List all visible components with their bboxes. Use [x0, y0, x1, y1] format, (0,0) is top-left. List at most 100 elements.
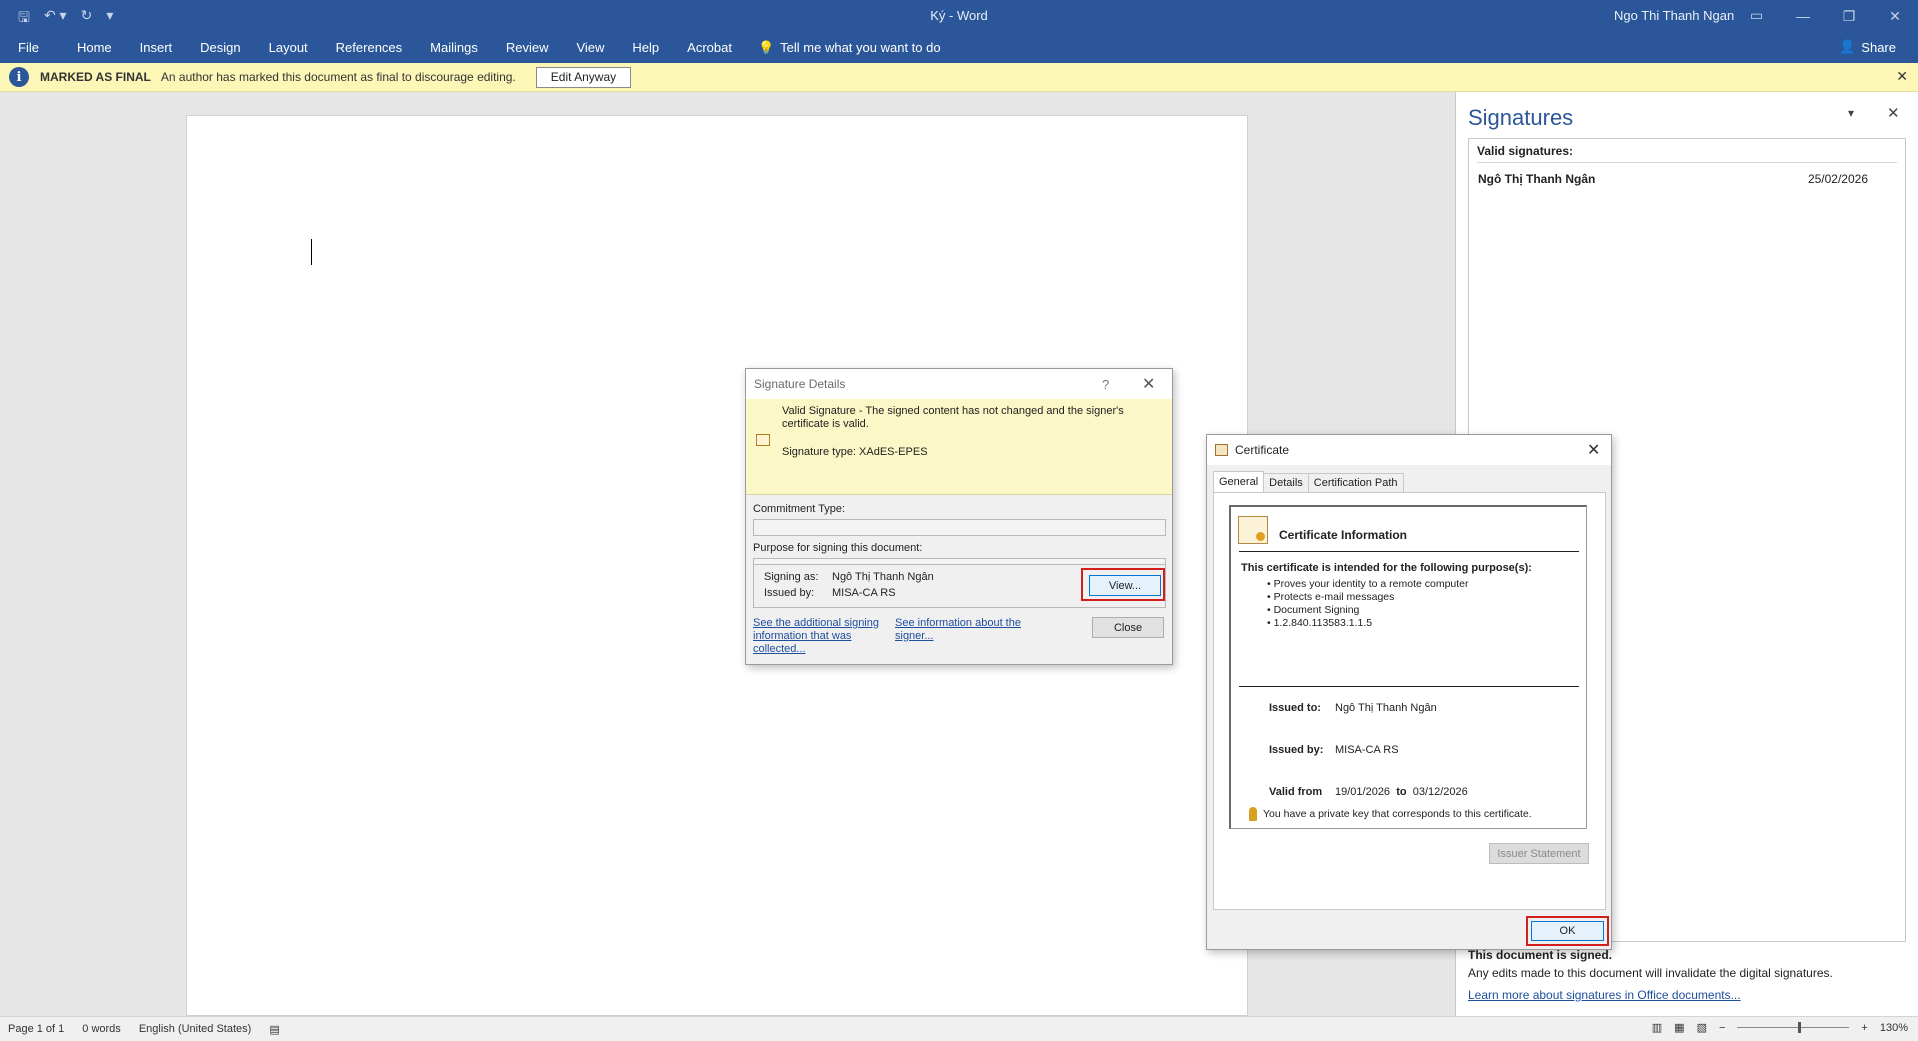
signer-info-link[interactable]: See information about the signer... [895, 617, 1025, 643]
language[interactable]: English (United States) [131, 1023, 262, 1035]
close-bar-icon[interactable]: ✕ [1896, 68, 1908, 85]
signature-details-dialog: Signature Details ? ✕ Valid Signature - … [745, 368, 1173, 665]
tab-details[interactable]: Details [1263, 473, 1309, 492]
private-key-row: You have a private key that corresponds … [1249, 807, 1532, 821]
zoom-level[interactable]: 130% [1880, 1022, 1908, 1034]
ribbon-display-options-icon[interactable]: ▭ [1750, 7, 1763, 24]
ok-button[interactable]: OK [1531, 921, 1604, 941]
proofing-icon[interactable]: ▤ [261, 1023, 289, 1036]
commitment-label: Commitment Type: [753, 503, 846, 515]
tab-insert[interactable]: Insert [126, 32, 187, 63]
issuer-statement-button: Issuer Statement [1489, 843, 1589, 864]
print-layout-icon[interactable]: ▦ [1674, 1021, 1684, 1034]
commitment-field [753, 519, 1166, 536]
dialog-title: Certificate [1235, 443, 1290, 457]
window-controls: — ❐ ✕ [1780, 0, 1918, 32]
tab-general[interactable]: General [1213, 471, 1265, 492]
signature-type: Signature type: XAdES-EPES [782, 446, 928, 458]
valid-message: Valid Signature - The signed content has… [782, 405, 1124, 430]
signing-as-label: Signing as: [764, 571, 819, 583]
tab-review[interactable]: Review [492, 32, 563, 63]
restore-icon[interactable]: ❐ [1826, 0, 1872, 32]
signer-name: Ngô Thị Thanh Ngân [1478, 172, 1596, 186]
edit-anyway-button[interactable]: Edit Anyway [535, 66, 632, 88]
additional-info-link[interactable]: See the additional signing information t… [753, 617, 888, 656]
pane-close-icon[interactable]: ✕ [1887, 104, 1900, 122]
certificate-icon [1215, 444, 1228, 456]
tab-view[interactable]: View [562, 32, 618, 63]
purpose-list: Proves your identity to a remote compute… [1267, 578, 1469, 630]
issued-by-value: MISA-CA RS [1335, 744, 1399, 756]
list-item: Document Signing [1267, 604, 1469, 617]
signed-message: Any edits made to this document will inv… [1468, 966, 1833, 980]
status-bar: Page 1 of 1 0 words English (United Stat… [0, 1016, 1918, 1041]
zoom-out-icon[interactable]: − [1719, 1022, 1725, 1034]
tab-acrobat[interactable]: Acrobat [673, 32, 746, 63]
certificate-tabs: General Details Certification Path [1213, 471, 1404, 492]
list-item: 1.2.840.113583.1.1.5 [1267, 617, 1469, 630]
signed-title: This document is signed. [1468, 948, 1613, 962]
user-name[interactable]: Ngo Thi Thanh Ngan [1614, 8, 1734, 23]
tab-file[interactable]: File [0, 32, 63, 63]
tab-home[interactable]: Home [63, 32, 126, 63]
list-item[interactable]: Ngô Thị Thanh Ngân 25/02/2026 [1469, 163, 1905, 186]
certificate-dialog: Certificate ✕ General Details Certificat… [1206, 434, 1612, 950]
word-count[interactable]: 0 words [74, 1023, 131, 1035]
certificate-icon [1238, 516, 1268, 544]
signer-box: Signing as: Ngô Thị Thanh Ngân Issued by:… [753, 564, 1166, 608]
tell-me-label: Tell me what you want to do [780, 40, 941, 55]
tell-me-search[interactable]: 💡 Tell me what you want to do [746, 40, 941, 56]
key-icon [1249, 807, 1257, 821]
tab-design[interactable]: Design [186, 32, 254, 63]
tab-mailings[interactable]: Mailings [416, 32, 492, 63]
issued-to-label: Issued to: [1269, 702, 1321, 714]
valid-from-label: Valid from [1269, 786, 1323, 798]
pane-options-chevron-icon[interactable]: ▾ [1848, 106, 1854, 120]
tab-layout[interactable]: Layout [255, 32, 322, 63]
info-title: Certificate Information [1279, 528, 1408, 542]
info-icon: i [9, 67, 29, 87]
issued-by-label: Issued by: [1269, 744, 1324, 756]
lightbulb-icon: 💡 [757, 39, 775, 55]
close-button[interactable]: Close [1092, 617, 1164, 638]
share-button[interactable]: 👤 Share [1839, 39, 1896, 55]
close-icon[interactable]: ✕ [1142, 374, 1155, 394]
minimize-icon[interactable]: — [1780, 0, 1826, 32]
zoom-slider-thumb[interactable] [1798, 1022, 1802, 1033]
help-icon[interactable]: ? [1102, 377, 1109, 392]
signature-icon [756, 434, 770, 446]
share-label: Share [1861, 39, 1896, 55]
certificate-title-bar: Certificate [1207, 435, 1611, 465]
signing-as-row: Signing as: Ngô Thị Thanh Ngân [764, 571, 934, 583]
ok-highlight: OK [1526, 916, 1609, 946]
zoom-slider[interactable] [1737, 1022, 1850, 1033]
tab-references[interactable]: References [322, 32, 416, 63]
learn-more-link[interactable]: Learn more about signatures in Office do… [1468, 988, 1741, 1002]
list-header: Valid signatures: [1477, 144, 1897, 163]
page-count[interactable]: Page 1 of 1 [0, 1023, 74, 1035]
title-bar: 🖫 ↶ ▾ ↻ ▾ Ký - Word Ngo Thi Thanh Ngan ▭… [0, 0, 1918, 32]
web-layout-icon[interactable]: ▧ [1697, 1021, 1707, 1034]
pane-title: Signatures [1468, 105, 1574, 130]
close-icon[interactable]: ✕ [1587, 440, 1600, 460]
purpose-title: This certificate is intended for the fol… [1241, 562, 1532, 574]
general-panel: Certificate Information This certificate… [1213, 492, 1606, 910]
zoom-in-icon[interactable]: + [1861, 1022, 1867, 1034]
view-certificate-button[interactable]: View... [1089, 575, 1161, 596]
issued-by-value: MISA-CA RS [832, 587, 896, 599]
text-cursor [311, 239, 312, 265]
issued-by-label: Issued by: [764, 587, 815, 599]
list-item: Proves your identity to a remote compute… [1267, 578, 1469, 591]
tab-certification-path[interactable]: Certification Path [1307, 473, 1404, 492]
marked-as-final-bar: i MARKED AS FINAL An author has marked t… [0, 63, 1918, 92]
valid-from-value: 19/01/2026 [1335, 786, 1391, 798]
validity-row: Valid from 19/01/2026 to 03/12/2026 [1269, 786, 1468, 798]
final-label: MARKED AS FINAL [40, 70, 151, 84]
close-window-icon[interactable]: ✕ [1872, 0, 1918, 32]
valid-to-label: to [1396, 786, 1407, 798]
list-item: Protects e-mail messages [1267, 591, 1469, 604]
signing-as-value: Ngô Thị Thanh Ngân [832, 571, 934, 583]
valid-signature-banner: Valid Signature - The signed content has… [746, 399, 1172, 495]
read-mode-icon[interactable]: ▥ [1652, 1021, 1662, 1034]
tab-help[interactable]: Help [618, 32, 673, 63]
